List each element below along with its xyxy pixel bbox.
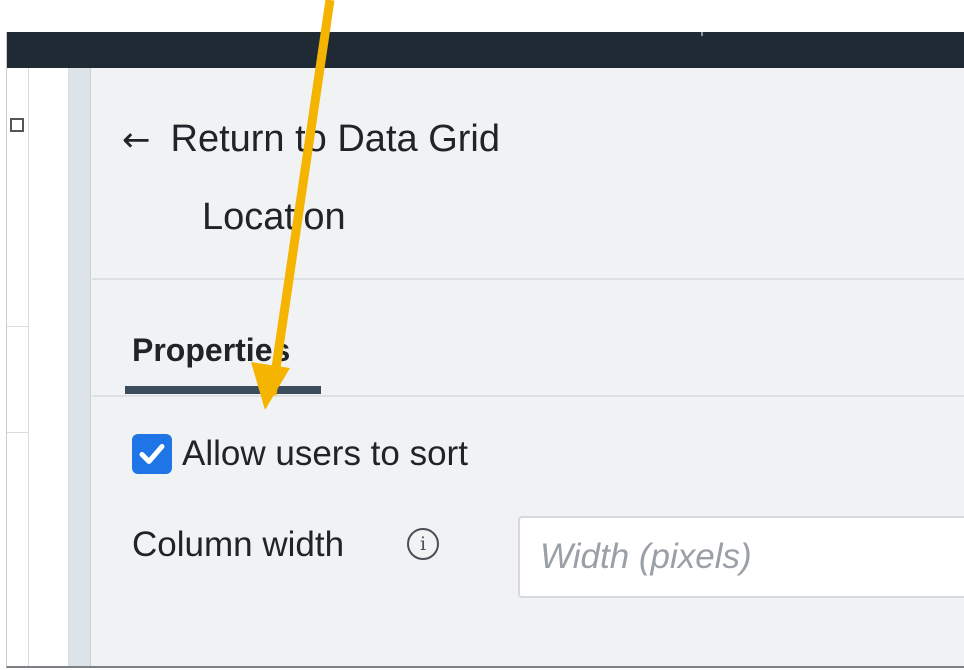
header-divider <box>92 278 964 280</box>
data-grid-preview <box>7 68 69 666</box>
grid-row-divider <box>7 326 29 327</box>
top-bar <box>7 32 964 68</box>
grid-row-divider <box>7 432 29 433</box>
checkmark-icon <box>139 444 165 464</box>
arrow-left-icon: ← <box>122 119 151 160</box>
column-width-input[interactable] <box>518 516 964 598</box>
column-width-label: Column width <box>132 525 345 564</box>
return-link-label: Return to Data Grid <box>170 118 500 160</box>
allow-sort-option[interactable]: Allow users to sort <box>132 434 468 474</box>
allow-sort-label: Allow users to sort <box>182 434 468 473</box>
tabs-divider <box>92 395 964 397</box>
app-window: ← Return to Data Grid Location Propertie… <box>6 32 964 668</box>
info-icon[interactable]: i <box>407 528 439 560</box>
active-tab-indicator <box>125 386 321 394</box>
column-settings-panel: ← Return to Data Grid Location Propertie… <box>92 68 964 666</box>
return-to-data-grid-link[interactable]: ← Return to Data Grid <box>122 118 500 161</box>
top-bar-divider <box>701 32 703 36</box>
panel-gutter <box>69 68 91 666</box>
column-title: Location <box>202 196 346 238</box>
row-checkbox[interactable] <box>10 118 24 132</box>
grid-column <box>7 68 29 666</box>
tab-properties[interactable]: Properties <box>132 332 290 369</box>
allow-sort-checkbox[interactable] <box>132 434 172 474</box>
